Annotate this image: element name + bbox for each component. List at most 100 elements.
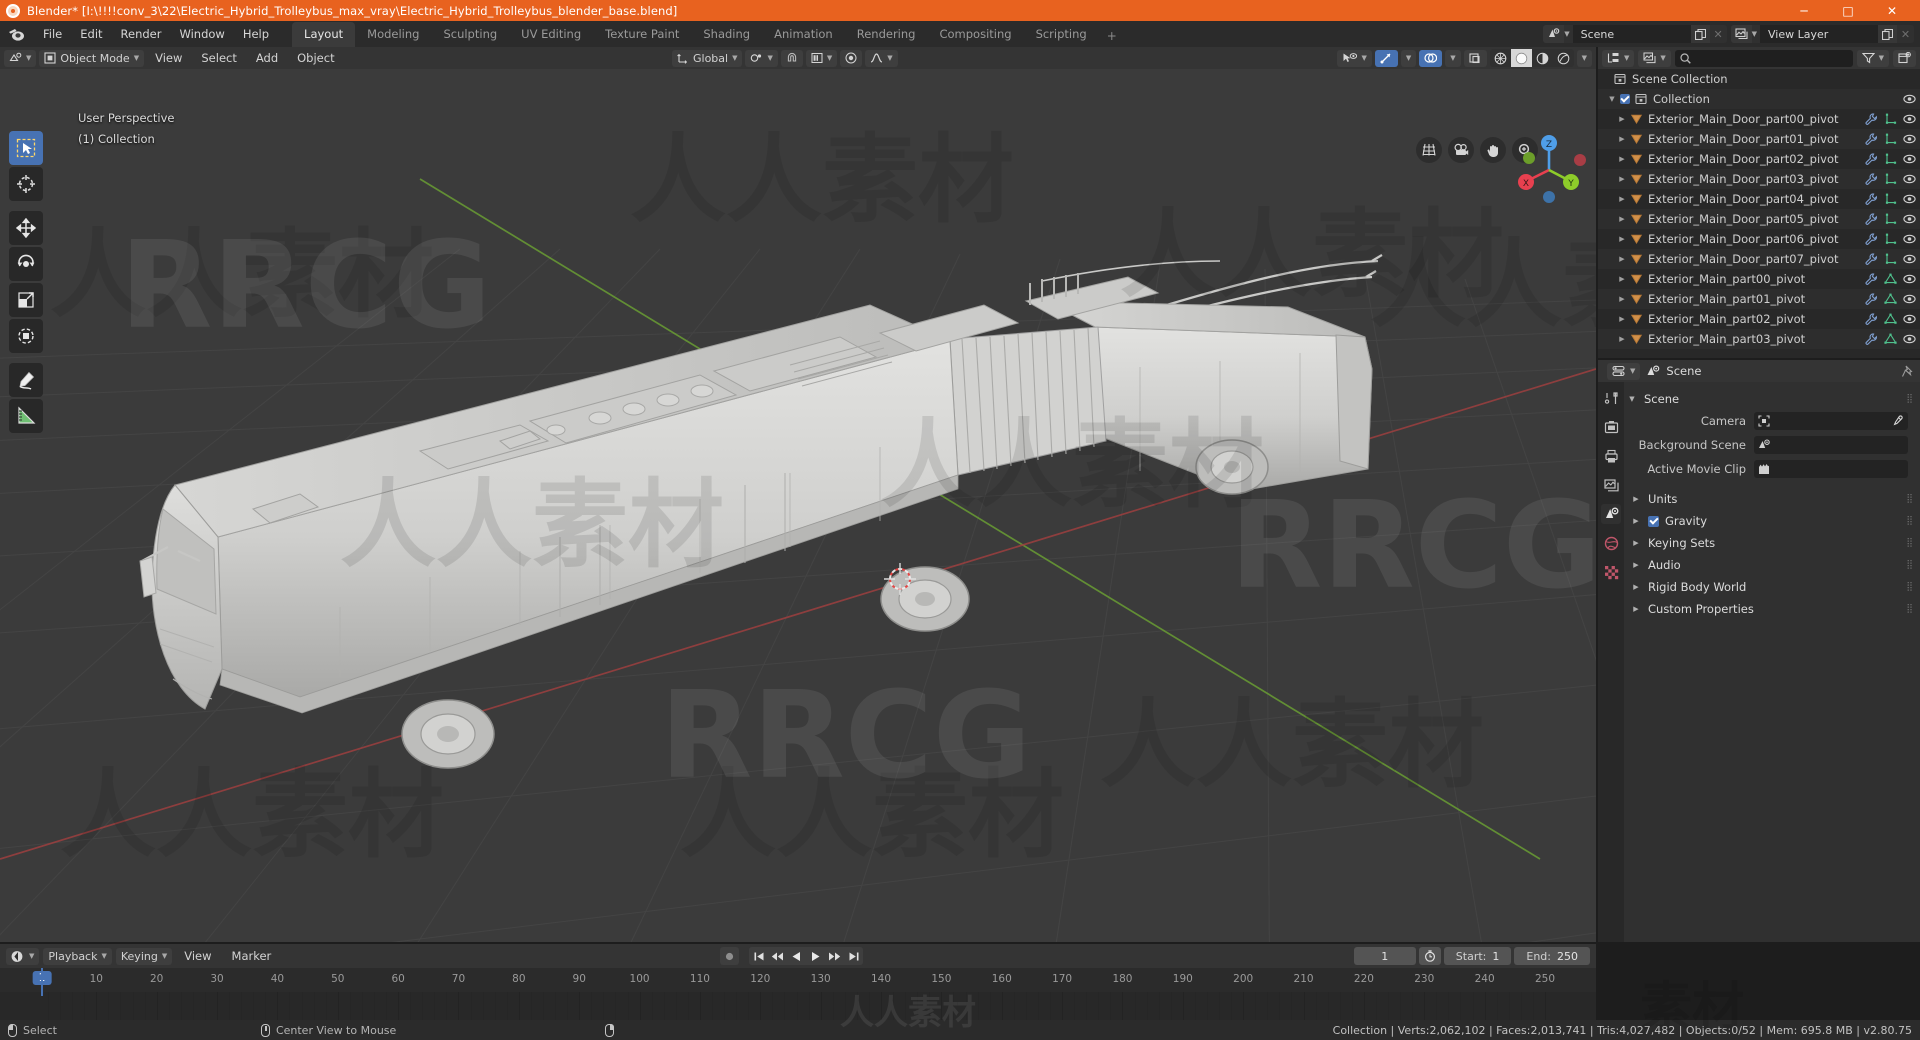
object-expand-icon[interactable]: ▶ — [1616, 335, 1628, 343]
outliner-display-mode-selector[interactable]: ▼ — [1638, 50, 1670, 67]
timeline-marker-menu[interactable]: Marker — [224, 947, 280, 965]
property-panel-header[interactable]: ▶Audio⣿ — [1626, 554, 1914, 576]
background-scene-field[interactable] — [1754, 436, 1908, 454]
modifier-wrench-icon[interactable] — [1865, 253, 1878, 265]
object-expand-icon[interactable]: ▶ — [1616, 135, 1628, 143]
eye-icon[interactable] — [1903, 134, 1916, 144]
outliner-new-collection-button[interactable] — [1893, 50, 1916, 67]
eye-icon[interactable] — [1903, 114, 1916, 124]
jump-to-end-button[interactable] — [844, 947, 863, 965]
mesh-data-icon[interactable] — [1884, 213, 1897, 225]
panel-expand-icon[interactable]: ▶ — [1630, 517, 1642, 525]
view-layer-selector[interactable]: ▼ View Layer ✕ — [1731, 25, 1914, 43]
modifier-wrench-icon[interactable] — [1865, 173, 1878, 185]
frame-end-field[interactable]: End:250 — [1514, 947, 1590, 965]
gizmo-options-dropdown[interactable]: ▼ — [1401, 50, 1416, 67]
pin-icon[interactable] — [1901, 365, 1914, 378]
workspace-tab-layout[interactable]: Layout — [292, 22, 355, 47]
workspace-tab-shading[interactable]: Shading — [691, 22, 762, 47]
outliner-row-collection[interactable]: ▼ Collection — [1598, 89, 1920, 109]
outliner-row-object[interactable]: ▶Exterior_Main_part03_pivot — [1598, 329, 1920, 349]
transform-orientation-selector[interactable]: Global ▼ — [672, 50, 742, 67]
overlays-toggle[interactable] — [1419, 50, 1442, 67]
viewport-nav-gizmo[interactable]: Z X Y — [1510, 131, 1588, 209]
properties-tab-view-layer[interactable] — [1601, 475, 1621, 495]
scale-tool[interactable] — [9, 283, 43, 317]
eye-icon[interactable] — [1903, 234, 1916, 244]
modifier-wrench-icon[interactable] — [1865, 313, 1878, 325]
shading-mode-group[interactable] — [1490, 49, 1574, 67]
scene-panel-expand-icon[interactable]: ▼ — [1626, 395, 1638, 403]
tweak-select-box-tool[interactable] — [9, 131, 43, 165]
menu-render[interactable]: Render — [112, 24, 171, 44]
outliner-row-object[interactable]: ▶Exterior_Main_Door_part07_pivot — [1598, 249, 1920, 269]
3d-viewport[interactable]: 人人素材 人人素材 人人素材 人人素材 人人素材 人人素材 人人素材 人人素材 … — [0, 47, 1596, 942]
scene-new-copy-icon[interactable] — [1691, 25, 1710, 43]
mesh-data-icon[interactable] — [1884, 273, 1897, 285]
object-visibility-selector[interactable]: ▼ — [1337, 50, 1371, 67]
annotate-tool[interactable] — [9, 363, 43, 397]
workspace-tab-scripting[interactable]: Scripting — [1024, 22, 1099, 47]
frame-start-field[interactable]: Start:1 — [1444, 947, 1512, 965]
viewport-menu-select[interactable]: Select — [193, 49, 244, 67]
scene-unlink-icon[interactable]: ✕ — [1710, 25, 1727, 43]
mesh-data-icon[interactable] — [1884, 313, 1897, 325]
modifier-wrench-icon[interactable] — [1865, 213, 1878, 225]
outliner-row-object[interactable]: ▶Exterior_Main_Door_part04_pivot — [1598, 189, 1920, 209]
camera-field[interactable] — [1754, 412, 1908, 430]
timeline-ruler[interactable]: 1020304050607080901001101201301401501601… — [0, 968, 1596, 992]
menu-window[interactable]: Window — [170, 24, 233, 44]
menu-file[interactable]: File — [34, 24, 71, 44]
window-maximize-button[interactable]: □ — [1826, 0, 1870, 21]
object-expand-icon[interactable]: ▶ — [1616, 195, 1628, 203]
object-expand-icon[interactable]: ▶ — [1616, 215, 1628, 223]
modifier-wrench-icon[interactable] — [1865, 333, 1878, 345]
mesh-data-icon[interactable] — [1884, 133, 1897, 145]
shading-options-dropdown[interactable]: ▼ — [1577, 50, 1592, 67]
workspace-tab-compositing[interactable]: Compositing — [927, 22, 1023, 47]
snap-to-selector[interactable]: ▼ — [806, 50, 837, 67]
eyedropper-icon[interactable] — [1892, 415, 1904, 427]
properties-tab-render[interactable] — [1601, 417, 1621, 437]
active-movie-clip-field[interactable] — [1754, 460, 1908, 478]
modifier-wrench-icon[interactable] — [1865, 273, 1878, 285]
eye-icon[interactable] — [1903, 194, 1916, 204]
eye-icon[interactable] — [1903, 94, 1916, 104]
editor-type-selector[interactable]: ▼ — [4, 50, 36, 67]
outliner-tree[interactable]: Scene Collection ▼ Collection ▶Exterior_… — [1598, 69, 1920, 358]
overlays-options-dropdown[interactable]: ▼ — [1445, 50, 1460, 67]
properties-tab-texture[interactable] — [1601, 562, 1621, 582]
modifier-wrench-icon[interactable] — [1865, 133, 1878, 145]
timeline-editor[interactable]: ▼ Playback ▼ Keying ▼ View Marker — [0, 944, 1596, 1020]
outliner-row-object[interactable]: ▶Exterior_Main_Door_part01_pivot — [1598, 129, 1920, 149]
proportional-falloff-selector[interactable]: ▼ — [865, 50, 897, 67]
gizmo-toggle[interactable] — [1375, 50, 1398, 67]
outliner-row-scene-collection[interactable]: Scene Collection — [1598, 69, 1920, 89]
mesh-data-icon[interactable] — [1884, 193, 1897, 205]
auto-keying-toggle[interactable] — [720, 947, 739, 965]
mesh-data-icon[interactable] — [1884, 113, 1897, 125]
eye-icon[interactable] — [1903, 174, 1916, 184]
previous-keyframe-button[interactable] — [768, 947, 787, 965]
object-expand-icon[interactable]: ▶ — [1616, 255, 1628, 263]
scene-name-field[interactable]: Scene — [1573, 25, 1691, 43]
mesh-data-icon[interactable] — [1884, 333, 1897, 345]
pivot-point-selector[interactable]: ▼ — [745, 50, 777, 67]
outliner-row-object[interactable]: ▶Exterior_Main_Door_part05_pivot — [1598, 209, 1920, 229]
object-expand-icon[interactable]: ▶ — [1616, 155, 1628, 163]
viewport-scene-render[interactable] — [0, 69, 1596, 942]
property-panel-header[interactable]: ▶Units⣿ — [1626, 488, 1914, 510]
window-close-button[interactable]: ✕ — [1870, 0, 1914, 21]
outliner-row-object[interactable]: ▶Exterior_Main_Door_part06_pivot — [1598, 229, 1920, 249]
workspace-tab-rendering[interactable]: Rendering — [845, 22, 928, 47]
mesh-data-icon[interactable] — [1884, 153, 1897, 165]
play-button[interactable] — [806, 947, 825, 965]
properties-editor-type-selector[interactable]: ▼ — [1607, 363, 1640, 380]
xray-toggle[interactable] — [1464, 50, 1487, 67]
proportional-editing-toggle[interactable] — [840, 50, 862, 67]
window-minimize-button[interactable]: ─ — [1782, 0, 1826, 21]
rotate-tool[interactable] — [9, 247, 43, 281]
menu-help[interactable]: Help — [234, 24, 278, 44]
pan-hand-icon[interactable] — [1480, 137, 1506, 163]
transform-tool[interactable] — [9, 319, 43, 353]
